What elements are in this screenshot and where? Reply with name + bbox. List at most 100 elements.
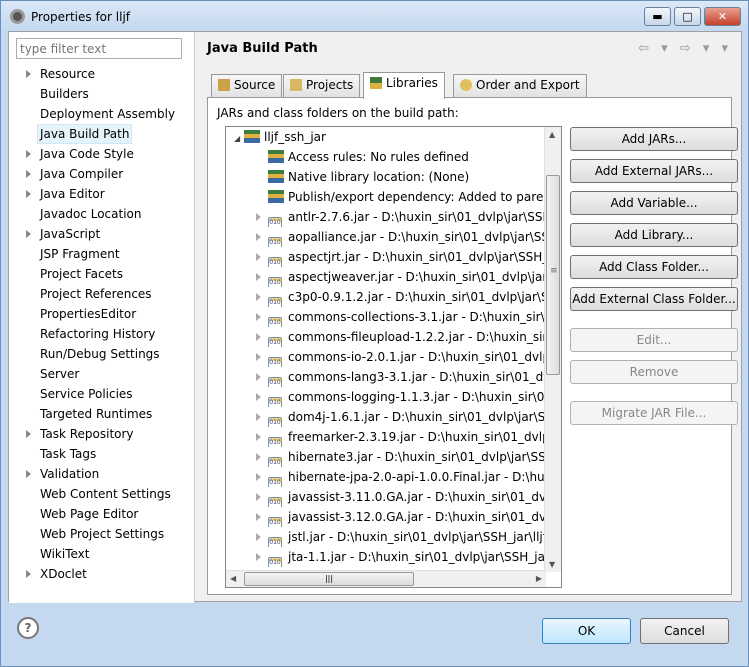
expand-arrow-icon[interactable] [256, 513, 261, 521]
jar-entry[interactable]: 010 aspectjrt.jar - D:\huxin_sir\01_dvlp\… [246, 247, 556, 267]
expand-arrow-icon[interactable] [256, 433, 261, 441]
expand-arrow-icon[interactable] [256, 233, 261, 241]
jar-entry[interactable]: 010 aopalliance.jar - D:\huxin_sir\01_dvl… [246, 227, 556, 247]
nav-item[interactable]: Java Compiler [40, 164, 123, 184]
nav-item[interactable]: XDoclet [40, 564, 87, 584]
library-attribute[interactable]: Publish/export dependency: Added to pare… [268, 187, 561, 207]
expand-arrow-icon[interactable] [256, 393, 261, 401]
horizontal-scrollbar[interactable]: ◀ ||| ▶ [226, 570, 546, 587]
remove-button[interactable]: Remove [570, 360, 738, 384]
libraries-tree[interactable]: ◢ lljf_ssh_jar Access rules: No rules def… [225, 126, 562, 588]
cancel-button[interactable]: Cancel [640, 618, 729, 644]
jar-entry[interactable]: 010 hibernate3.jar - D:\huxin_sir\01_dvlp… [246, 447, 556, 467]
jar-entry[interactable]: 010 antlr-2.7.6.jar - D:\huxin_sir\01_dvl… [246, 207, 556, 227]
nav-item[interactable]: Builders [40, 84, 89, 104]
expand-arrow-icon[interactable] [26, 430, 31, 438]
collapse-arrow-icon[interactable]: ◢ [234, 134, 240, 143]
jar-entry[interactable]: 010 javassist-3.12.0.GA.jar - D:\huxin_si… [246, 507, 556, 527]
expand-arrow-icon[interactable] [26, 150, 31, 158]
expand-arrow-icon[interactable] [26, 230, 31, 238]
nav-item[interactable]: Javadoc Location [40, 204, 141, 224]
nav-item[interactable]: Web Page Editor [40, 504, 138, 524]
expand-arrow-icon[interactable] [256, 413, 261, 421]
nav-item[interactable]: Java Build Path [37, 124, 133, 144]
expand-arrow-icon[interactable] [256, 293, 261, 301]
migrate-jar-file-button[interactable]: Migrate JAR File... [570, 401, 738, 425]
nav-item[interactable]: Server [40, 364, 79, 384]
expand-arrow-icon[interactable] [256, 333, 261, 341]
jar-entry[interactable]: 010 aspectjweaver.jar - D:\huxin_sir\01_d… [246, 267, 556, 287]
nav-item[interactable]: Refactoring History [40, 324, 155, 344]
add-class-folder-button[interactable]: Add Class Folder... [570, 255, 738, 279]
nav-item[interactable]: PropertiesEditor [40, 304, 136, 324]
add-jars-button[interactable]: Add JARs... [570, 127, 738, 151]
expand-arrow-icon[interactable] [256, 353, 261, 361]
minimize-button[interactable]: ▬ [644, 7, 671, 26]
expand-arrow-icon[interactable] [256, 473, 261, 481]
tab-projects[interactable]: Projects [283, 74, 361, 97]
expand-arrow-icon[interactable] [256, 453, 261, 461]
jar-entry[interactable]: 010 hibernate-jpa-2.0-api-1.0.0.Final.jar… [246, 467, 556, 487]
horizontal-scroll-thumb[interactable]: ||| [244, 572, 414, 586]
edit-button[interactable]: Edit... [570, 328, 738, 352]
jar-entry[interactable]: 010 commons-io-2.0.1.jar - D:\huxin_sir\0… [246, 347, 556, 367]
add-external-class-folder-button[interactable]: Add External Class Folder... [570, 287, 738, 311]
expand-arrow-icon[interactable] [256, 313, 261, 321]
vertical-scroll-thumb[interactable]: ≡ [546, 175, 560, 375]
nav-item[interactable]: Service Policies [40, 384, 133, 404]
library-attribute[interactable]: Access rules: No rules defined [268, 147, 561, 167]
add-external-jars-button[interactable]: Add External JARs... [570, 159, 738, 183]
nav-item[interactable]: Task Repository [40, 424, 134, 444]
nav-item[interactable]: Targeted Runtimes [40, 404, 152, 424]
ok-button[interactable]: OK [542, 618, 631, 644]
nav-item[interactable]: JavaScript [40, 224, 100, 244]
expand-arrow-icon[interactable] [256, 553, 261, 561]
nav-item[interactable]: JSP Fragment [40, 244, 120, 264]
history-nav-arrows[interactable]: ⇦ ▾ ⇨ ▾ ▾ [638, 41, 732, 56]
add-variable-button[interactable]: Add Variable... [570, 191, 738, 215]
expand-arrow-icon[interactable] [256, 253, 261, 261]
scroll-down-icon[interactable]: ▼ [549, 560, 555, 569]
scroll-right-icon[interactable]: ▶ [536, 574, 542, 583]
expand-arrow-icon[interactable] [26, 170, 31, 178]
filter-input[interactable] [16, 38, 182, 59]
tab-order-and-export[interactable]: Order and Export [453, 74, 587, 97]
jar-entry[interactable]: 010 c3p0-0.9.1.2.jar - D:\huxin_sir\01_dv… [246, 287, 556, 307]
nav-item[interactable]: Project Facets [40, 264, 123, 284]
nav-item[interactable]: Validation [40, 464, 99, 484]
expand-arrow-icon[interactable] [26, 470, 31, 478]
jar-entry[interactable]: 010 dom4j-1.6.1.jar - D:\huxin_sir\01_dvl… [246, 407, 556, 427]
expand-arrow-icon[interactable] [26, 70, 31, 78]
expand-arrow-icon[interactable] [26, 190, 31, 198]
expand-arrow-icon[interactable] [256, 373, 261, 381]
library-attribute[interactable]: Native library location: (None) [268, 167, 561, 187]
add-library-button[interactable]: Add Library... [570, 223, 738, 247]
jar-entry[interactable]: 010 commons-collections-3.1.jar - D:\huxi… [246, 307, 556, 327]
nav-item[interactable]: Task Tags [40, 444, 96, 464]
jar-entry[interactable]: 010 commons-fileupload-1.2.2.jar - D:\hux… [246, 327, 556, 347]
expand-arrow-icon[interactable] [256, 213, 261, 221]
nav-item[interactable]: Java Editor [40, 184, 105, 204]
expand-arrow-icon[interactable] [256, 533, 261, 541]
maximize-button[interactable]: □ [674, 7, 701, 26]
nav-item[interactable]: Web Project Settings [40, 524, 164, 544]
library-root[interactable]: ◢ lljf_ssh_jar [234, 127, 544, 147]
jar-entry[interactable]: 010 javassist-3.11.0.GA.jar - D:\huxin_si… [246, 487, 556, 507]
tab-source[interactable]: Source [211, 74, 283, 97]
nav-item[interactable]: Resource [40, 64, 95, 84]
close-button[interactable]: ✕ [704, 7, 741, 26]
nav-item[interactable]: Web Content Settings [40, 484, 171, 504]
nav-item[interactable]: Project References [40, 284, 152, 304]
jar-entry[interactable]: 010 jstl.jar - D:\huxin_sir\01_dvlp\jar\S… [246, 527, 556, 547]
nav-item[interactable]: WikiText [40, 544, 90, 564]
scroll-up-icon[interactable]: ▲ [549, 130, 555, 139]
expand-arrow-icon[interactable] [256, 493, 261, 501]
expand-arrow-icon[interactable] [256, 273, 261, 281]
expand-arrow-icon[interactable] [26, 570, 31, 578]
scroll-left-icon[interactable]: ◀ [230, 574, 236, 583]
jar-entry[interactable]: 010 commons-lang3-3.1.jar - D:\huxin_sir\… [246, 367, 556, 387]
help-icon[interactable]: ? [17, 617, 39, 639]
nav-item[interactable]: Run/Debug Settings [40, 344, 160, 364]
nav-item[interactable]: Java Code Style [40, 144, 134, 164]
vertical-scrollbar[interactable]: ▲ ≡ ▼ [544, 127, 561, 572]
